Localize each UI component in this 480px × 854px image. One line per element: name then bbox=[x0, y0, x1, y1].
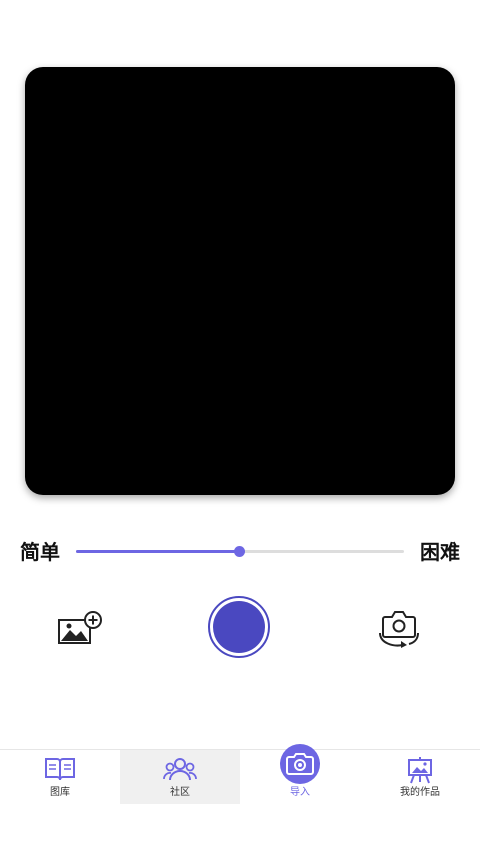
easel-icon bbox=[408, 757, 432, 784]
nav-label-community: 社区 bbox=[170, 787, 190, 798]
difficulty-easy-label: 简单 bbox=[20, 540, 60, 564]
bottom-nav: 图库 社区 导入 我的作品 bbox=[0, 744, 480, 854]
nav-item-gallery[interactable]: 图库 bbox=[0, 750, 120, 804]
camera-switch-icon[interactable] bbox=[377, 607, 421, 649]
book-icon bbox=[45, 758, 75, 781]
image-add-icon[interactable] bbox=[58, 611, 102, 645]
camera-preview bbox=[25, 67, 455, 495]
people-icon bbox=[163, 758, 197, 781]
slider-thumb[interactable] bbox=[234, 546, 245, 557]
shutter-button[interactable] bbox=[208, 596, 270, 658]
nav-label-import: 导入 bbox=[290, 787, 310, 798]
nav-item-import[interactable]: 导入 bbox=[240, 744, 360, 804]
nav-item-community[interactable]: 社区 bbox=[120, 750, 240, 804]
slider-fill bbox=[76, 550, 240, 553]
nav-label-gallery: 图库 bbox=[50, 787, 70, 798]
difficulty-slider[interactable] bbox=[76, 543, 404, 561]
capture-controls bbox=[0, 595, 480, 663]
nav-item-my-works[interactable]: 我的作品 bbox=[360, 750, 480, 804]
camera-icon bbox=[286, 753, 314, 775]
difficulty-hard-label: 困难 bbox=[420, 540, 460, 564]
nav-label-my-works: 我的作品 bbox=[400, 787, 440, 798]
import-circle bbox=[280, 744, 320, 784]
difficulty-row: 简单 困难 bbox=[0, 535, 480, 569]
shutter-inner bbox=[213, 601, 265, 653]
